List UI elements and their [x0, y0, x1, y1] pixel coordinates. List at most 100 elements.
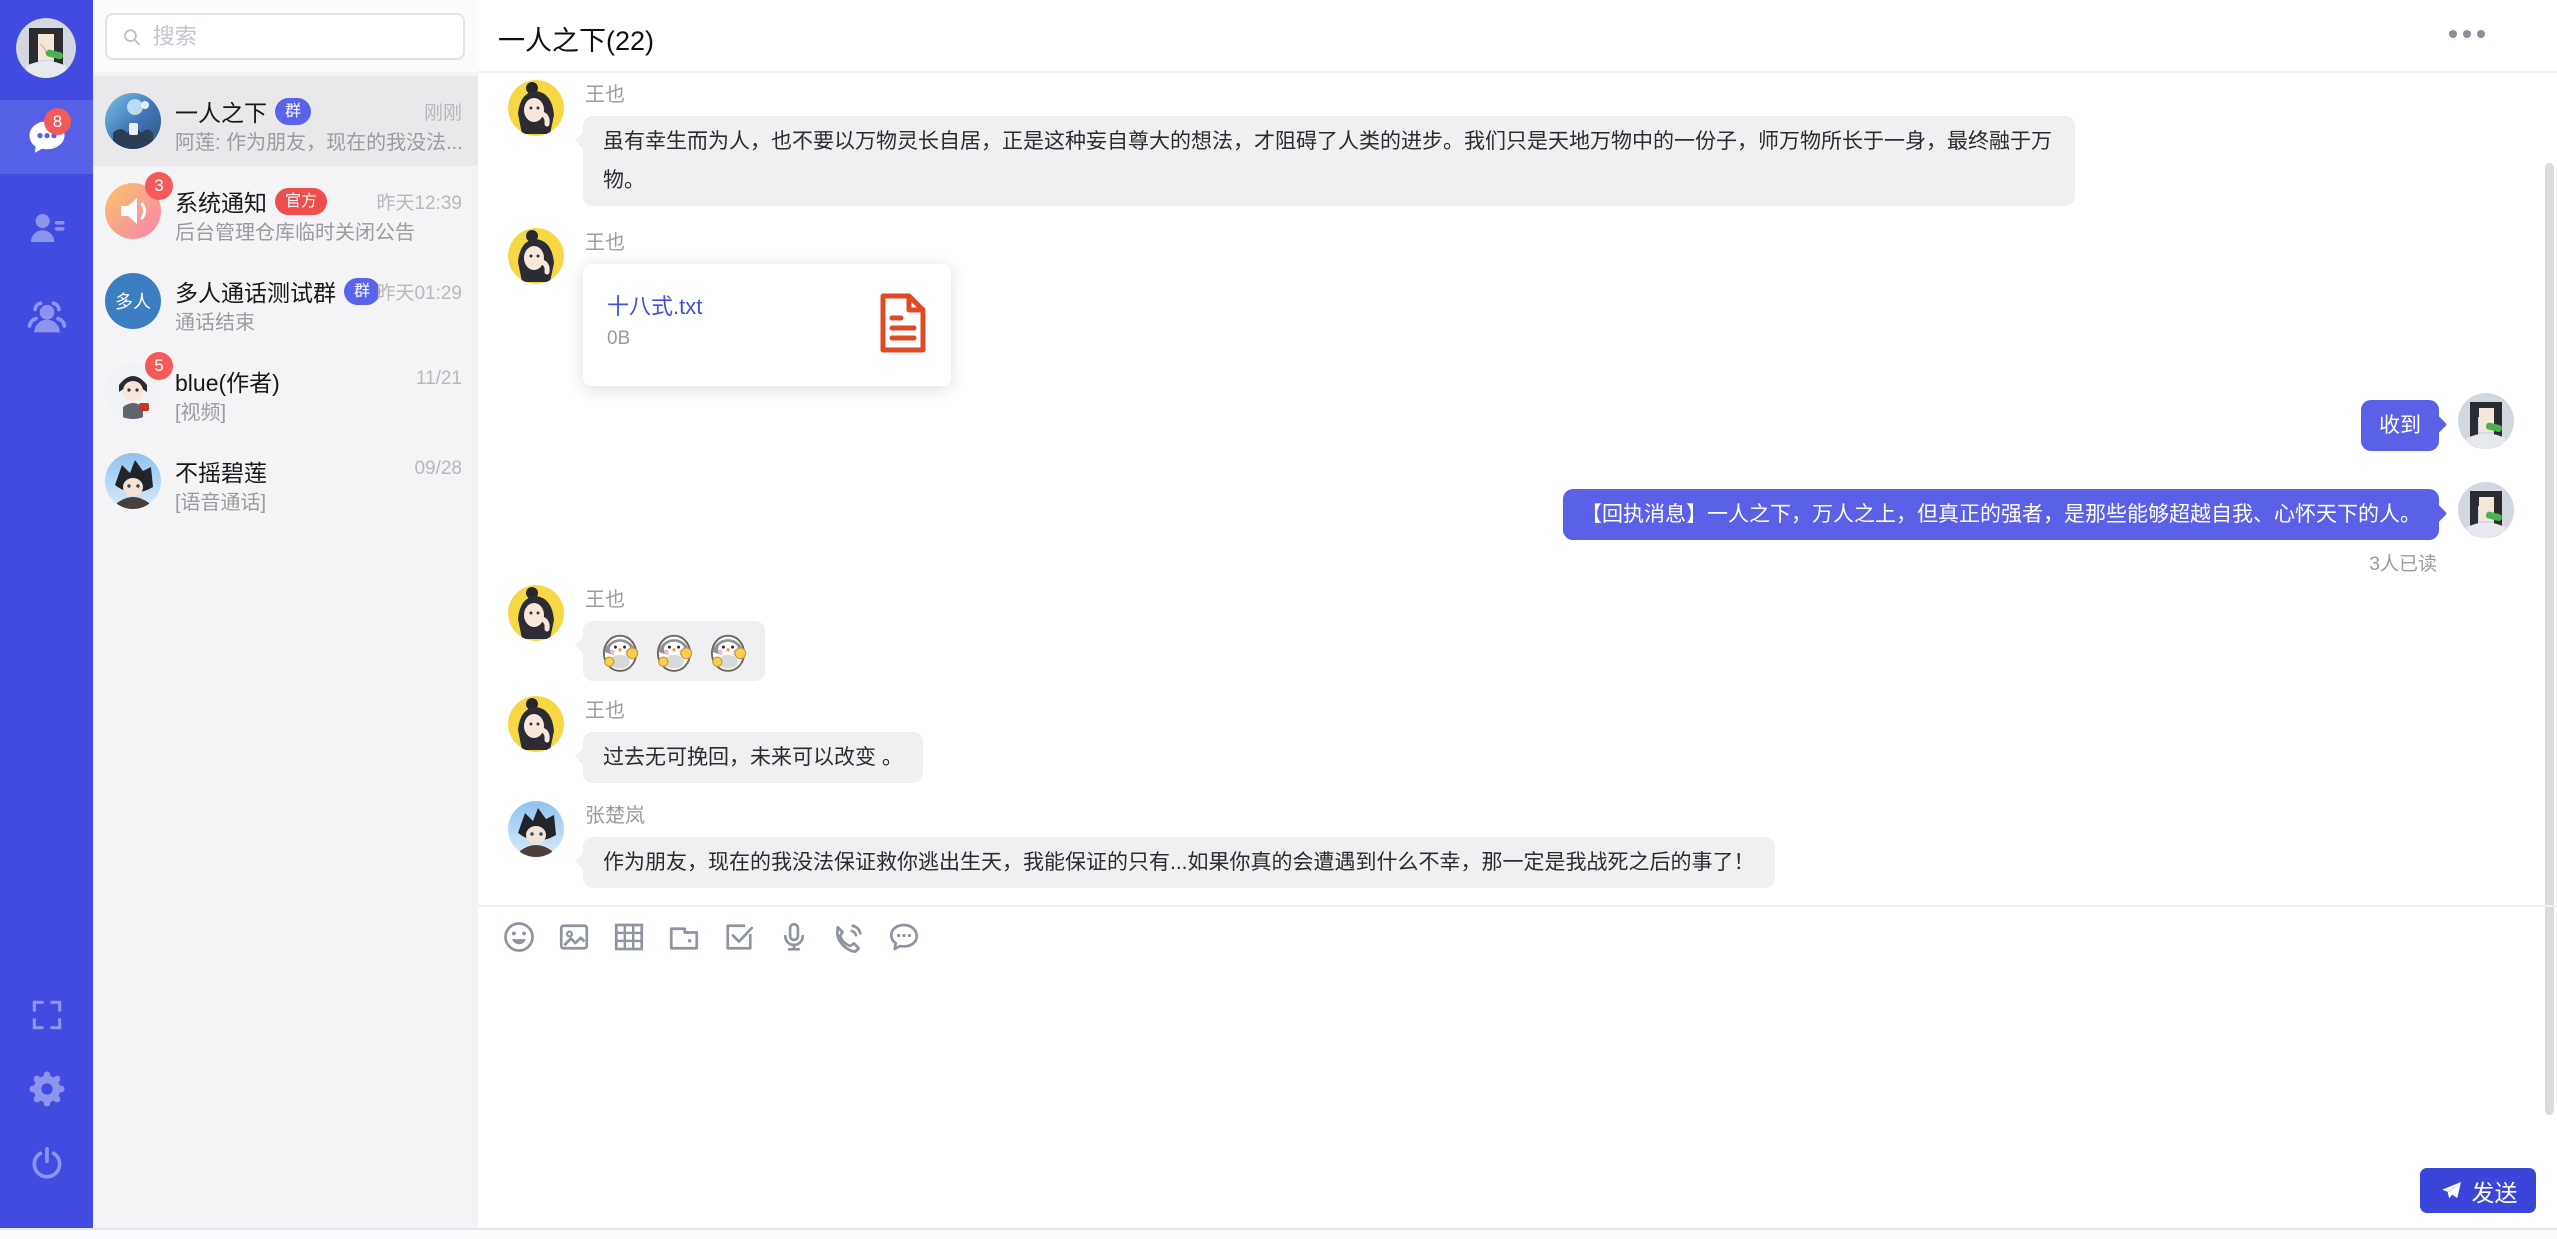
penguin-flower-sticker — [651, 628, 697, 674]
multicall-avatar-text: 多人 — [115, 288, 151, 314]
message-row: 收到 — [2361, 393, 2439, 451]
screenshot-button[interactable] — [610, 918, 648, 956]
group-tag: 群 — [344, 278, 380, 305]
message-bubble[interactable]: 过去无可挽回，未来可以改变 。 — [583, 732, 923, 783]
message-row: 王也 过去无可挽回，未来可以改变 。 — [583, 696, 923, 783]
user-avatar[interactable] — [16, 18, 76, 78]
microphone-icon — [776, 919, 812, 955]
window-bottom-edge — [0, 1228, 2557, 1239]
chat-scrollbar[interactable] — [2545, 163, 2554, 1115]
sender-name: 王也 — [585, 84, 2075, 106]
send-label: 发送 — [2472, 1174, 2518, 1208]
wangye-avatar[interactable] — [508, 696, 564, 752]
unread-badge: 5 — [145, 352, 173, 380]
settings-button[interactable] — [0, 1057, 93, 1121]
message-row: 王也 虽有幸生而为人，也不要以万物灵长自居，正是这种妄自尊大的想法，才阻碍了人类… — [583, 80, 2075, 206]
send-button[interactable]: 发送 — [2420, 1168, 2536, 1213]
conversation-preview: 通话结束 — [175, 306, 463, 335]
sender-name: 王也 — [585, 589, 765, 611]
nav-rail: 8 — [0, 0, 93, 1239]
screenshot-grid-icon — [611, 919, 647, 955]
file-message-card[interactable]: 十八式.txt 0B — [583, 264, 951, 386]
phone-icon — [831, 919, 867, 955]
conversation-title: blue(作者) — [175, 364, 280, 398]
message-input[interactable] — [498, 972, 2537, 1152]
nav-chats[interactable]: 8 — [0, 105, 93, 169]
conversation-item-blue[interactable]: 5 blue(作者) 11/21 [视频] — [93, 346, 478, 436]
conversation-title: 多人通话测试群 — [175, 274, 336, 308]
conversation-title: 系统通知 — [175, 184, 267, 218]
conversation-item-yirenzhixia[interactable]: 一人之下 群 刚刚 阿莲: 作为朋友，现在的我没法... — [93, 76, 478, 166]
self-avatar[interactable] — [2458, 482, 2514, 538]
official-tag: 官方 — [275, 188, 327, 215]
search-icon — [121, 25, 143, 49]
check-square-icon — [721, 919, 757, 955]
chat-panel: 一人之下(22) 王也 虽有幸生而为人，也不要以万物灵长自居，正是这种妄自尊大的… — [478, 0, 2557, 1239]
read-status: 3人已读 — [1563, 549, 2437, 576]
image-button[interactable] — [555, 918, 593, 956]
paper-plane-icon — [2439, 1179, 2463, 1203]
message-row: 王也 — [583, 585, 765, 681]
voice-button[interactable] — [775, 918, 813, 956]
composer-toolbar — [478, 905, 2557, 967]
conversation-preview: 阿莲: 作为朋友，现在的我没法... — [175, 126, 463, 155]
conversation-item-buyaobilian[interactable]: 不摇碧莲 09/28 [语音通话] — [93, 436, 478, 526]
contacts-icon — [26, 207, 68, 249]
message-row: 【回执消息】一人之下，万人之上，但真正的强者，是那些能够超越自我、心怀天下的人。… — [1563, 482, 2439, 576]
message-history-icon — [886, 919, 922, 955]
task-button[interactable] — [720, 918, 758, 956]
group-avatar — [105, 93, 161, 149]
sender-name: 王也 — [585, 232, 951, 254]
unread-badge: 3 — [145, 172, 173, 200]
self-avatar[interactable] — [2458, 393, 2514, 449]
conversation-time: 昨天01:29 — [376, 278, 462, 305]
logout-button[interactable] — [0, 1131, 93, 1195]
multicall-avatar: 多人 — [105, 273, 161, 329]
message-bubble[interactable]: 虽有幸生而为人，也不要以万物灵长自居，正是这种妄自尊大的想法，才阻碍了人类的进步… — [583, 116, 2075, 206]
search-box[interactable] — [105, 13, 465, 60]
conversation-preview: [语音通话] — [175, 486, 463, 515]
chat-header: 一人之下(22) — [478, 0, 2557, 73]
zhangchulan-avatar[interactable] — [508, 801, 564, 857]
fullscreen-button[interactable] — [0, 983, 93, 1047]
file-button[interactable] — [665, 918, 703, 956]
power-icon — [27, 1143, 67, 1183]
message-bubble[interactable]: 【回执消息】一人之下，万人之上，但真正的强者，是那些能够超越自我、心怀天下的人。 — [1563, 489, 2439, 540]
wangye-avatar[interactable] — [508, 80, 564, 136]
search-input[interactable] — [153, 24, 449, 50]
conversation-title: 不摇碧莲 — [175, 454, 267, 488]
conversation-list-panel: 一人之下 群 刚刚 阿莲: 作为朋友，现在的我没法... 3 系统通知 — [93, 0, 478, 1239]
sticker-message-bubble[interactable] — [583, 621, 765, 681]
chats-unread-badge: 8 — [44, 108, 71, 135]
wangye-avatar[interactable] — [508, 228, 564, 284]
group-tag: 群 — [275, 98, 311, 125]
chat-title: 一人之下(22) — [498, 19, 654, 58]
wangye-avatar[interactable] — [508, 585, 564, 641]
group-icon — [25, 293, 69, 337]
message-bubble[interactable]: 收到 — [2361, 400, 2439, 451]
conversation-time: 刚刚 — [424, 98, 462, 125]
image-icon — [556, 919, 592, 955]
fullscreen-icon — [28, 996, 66, 1034]
conversation-item-system-notice[interactable]: 3 系统通知 官方 昨天12:39 后台管理仓库临时关闭公告 — [93, 166, 478, 256]
message-row: 王也 十八式.txt 0B — [583, 228, 951, 386]
conversation-time: 09/28 — [414, 458, 462, 480]
app-window: 8 — [0, 0, 2557, 1239]
conversation-item-multicall-group[interactable]: 多人 多人通话测试群 群 昨天01:29 通话结束 — [93, 256, 478, 346]
buyaobilian-avatar — [105, 453, 161, 509]
nav-groups[interactable] — [0, 283, 93, 347]
emoji-button[interactable] — [500, 918, 538, 956]
call-button[interactable] — [830, 918, 868, 956]
search-section — [93, 0, 478, 72]
conversation-time: 11/21 — [416, 368, 462, 390]
emoji-icon — [501, 919, 537, 955]
nav-contacts[interactable] — [0, 196, 93, 260]
message-bubble[interactable]: 作为朋友，现在的我没法保证救你逃出生天，我能保证的只有...如果你真的会遭遇到什… — [583, 837, 1775, 888]
ellipsis-icon — [2449, 30, 2457, 38]
conversation-preview: [视频] — [175, 396, 463, 425]
history-button[interactable] — [885, 918, 923, 956]
sender-name: 王也 — [585, 700, 923, 722]
message-row: 张楚岚 作为朋友，现在的我没法保证救你逃出生天，我能保证的只有...如果你真的会… — [583, 801, 1775, 888]
chat-menu-button[interactable] — [2449, 30, 2485, 38]
sender-name: 张楚岚 — [585, 805, 1775, 827]
